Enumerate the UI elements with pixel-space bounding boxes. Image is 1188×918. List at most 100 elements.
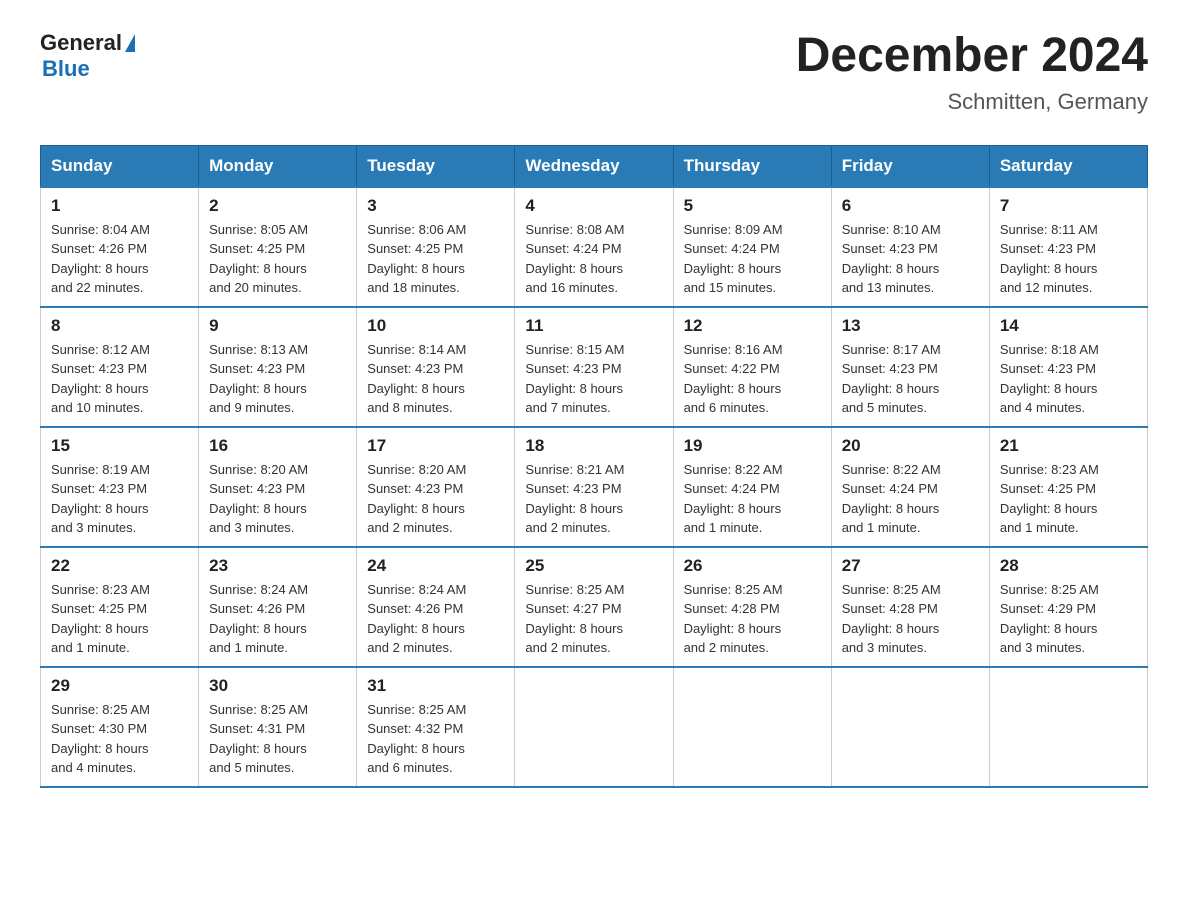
day-info: Sunrise: 8:25 AMSunset: 4:32 PMDaylight:… <box>367 700 504 778</box>
day-info: Sunrise: 8:11 AMSunset: 4:23 PMDaylight:… <box>1000 220 1137 298</box>
calendar-week-row: 8 Sunrise: 8:12 AMSunset: 4:23 PMDaylight… <box>41 307 1148 427</box>
day-number: 4 <box>525 196 662 216</box>
table-row: 6 Sunrise: 8:10 AMSunset: 4:23 PMDaylight… <box>831 187 989 307</box>
day-number: 26 <box>684 556 821 576</box>
day-number: 13 <box>842 316 979 336</box>
day-number: 7 <box>1000 196 1137 216</box>
day-number: 5 <box>684 196 821 216</box>
col-monday: Monday <box>199 145 357 187</box>
table-row: 20Sunrise: 8:22 AMSunset: 4:24 PMDayligh… <box>831 427 989 547</box>
day-number: 27 <box>842 556 979 576</box>
day-number: 29 <box>51 676 188 696</box>
day-info: Sunrise: 8:08 AMSunset: 4:24 PMDaylight:… <box>525 220 662 298</box>
table-row: 25 Sunrise: 8:25 AMSunset: 4:27 PMDayligh… <box>515 547 673 667</box>
logo-blue-text: Blue <box>42 56 90 82</box>
table-row: 17 Sunrise: 8:20 AMSunset: 4:23 PMDayligh… <box>357 427 515 547</box>
day-info: Sunrise: 8:05 AMSunset: 4:25 PMDaylight:… <box>209 220 346 298</box>
day-number: 17 <box>367 436 504 456</box>
day-info: Sunrise: 8:23 AMSunset: 4:25 PMDaylight:… <box>51 580 188 658</box>
day-info: Sunrise: 8:19 AMSunset: 4:23 PMDaylight:… <box>51 460 188 538</box>
day-number: 21 <box>1000 436 1137 456</box>
day-number: 12 <box>684 316 821 336</box>
day-info: Sunrise: 8:24 AMSunset: 4:26 PMDaylight:… <box>209 580 346 658</box>
day-info: Sunrise: 8:20 AMSunset: 4:23 PMDaylight:… <box>367 460 504 538</box>
table-row: 23 Sunrise: 8:24 AMSunset: 4:26 PMDayligh… <box>199 547 357 667</box>
day-info: Sunrise: 8:09 AMSunset: 4:24 PMDaylight:… <box>684 220 821 298</box>
table-row: 26Sunrise: 8:25 AMSunset: 4:28 PMDayligh… <box>673 547 831 667</box>
table-row: 21 Sunrise: 8:23 AMSunset: 4:25 PMDayligh… <box>989 427 1147 547</box>
page-header: General Blue December 2024 Schmitten, Ge… <box>40 30 1148 115</box>
calendar-week-row: 29Sunrise: 8:25 AMSunset: 4:30 PMDayligh… <box>41 667 1148 787</box>
day-number: 16 <box>209 436 346 456</box>
day-info: Sunrise: 8:22 AMSunset: 4:24 PMDaylight:… <box>842 460 979 538</box>
day-info: Sunrise: 8:13 AMSunset: 4:23 PMDaylight:… <box>209 340 346 418</box>
day-number: 25 <box>525 556 662 576</box>
day-number: 18 <box>525 436 662 456</box>
day-info: Sunrise: 8:16 AMSunset: 4:22 PMDaylight:… <box>684 340 821 418</box>
table-row: 22Sunrise: 8:23 AMSunset: 4:25 PMDayligh… <box>41 547 199 667</box>
day-number: 15 <box>51 436 188 456</box>
day-number: 8 <box>51 316 188 336</box>
table-row: 14 Sunrise: 8:18 AMSunset: 4:23 PMDayligh… <box>989 307 1147 427</box>
table-row: 19Sunrise: 8:22 AMSunset: 4:24 PMDayligh… <box>673 427 831 547</box>
day-info: Sunrise: 8:17 AMSunset: 4:23 PMDaylight:… <box>842 340 979 418</box>
table-row <box>673 667 831 787</box>
col-sunday: Sunday <box>41 145 199 187</box>
day-info: Sunrise: 8:14 AMSunset: 4:23 PMDaylight:… <box>367 340 504 418</box>
day-number: 23 <box>209 556 346 576</box>
calendar-week-row: 15 Sunrise: 8:19 AMSunset: 4:23 PMDayligh… <box>41 427 1148 547</box>
col-wednesday: Wednesday <box>515 145 673 187</box>
table-row: 7 Sunrise: 8:11 AMSunset: 4:23 PMDaylight… <box>989 187 1147 307</box>
col-saturday: Saturday <box>989 145 1147 187</box>
day-number: 28 <box>1000 556 1137 576</box>
table-row: 18 Sunrise: 8:21 AMSunset: 4:23 PMDayligh… <box>515 427 673 547</box>
calendar-week-row: 22Sunrise: 8:23 AMSunset: 4:25 PMDayligh… <box>41 547 1148 667</box>
day-number: 10 <box>367 316 504 336</box>
day-number: 9 <box>209 316 346 336</box>
day-info: Sunrise: 8:23 AMSunset: 4:25 PMDaylight:… <box>1000 460 1137 538</box>
col-friday: Friday <box>831 145 989 187</box>
table-row: 11 Sunrise: 8:15 AMSunset: 4:23 PMDayligh… <box>515 307 673 427</box>
day-number: 19 <box>684 436 821 456</box>
day-number: 11 <box>525 316 662 336</box>
day-info: Sunrise: 8:18 AMSunset: 4:23 PMDaylight:… <box>1000 340 1137 418</box>
calendar-header-row: Sunday Monday Tuesday Wednesday Thursday… <box>41 145 1148 187</box>
logo-triangle-icon <box>125 34 135 52</box>
table-row: 4 Sunrise: 8:08 AMSunset: 4:24 PMDaylight… <box>515 187 673 307</box>
day-number: 6 <box>842 196 979 216</box>
col-thursday: Thursday <box>673 145 831 187</box>
month-title: December 2024 <box>796 30 1148 83</box>
title-section: December 2024 Schmitten, Germany <box>796 30 1148 115</box>
calendar-table: Sunday Monday Tuesday Wednesday Thursday… <box>40 145 1148 788</box>
day-info: Sunrise: 8:21 AMSunset: 4:23 PMDaylight:… <box>525 460 662 538</box>
table-row <box>989 667 1147 787</box>
table-row: 31Sunrise: 8:25 AMSunset: 4:32 PMDayligh… <box>357 667 515 787</box>
table-row: 13 Sunrise: 8:17 AMSunset: 4:23 PMDayligh… <box>831 307 989 427</box>
day-info: Sunrise: 8:25 AMSunset: 4:29 PMDaylight:… <box>1000 580 1137 658</box>
day-info: Sunrise: 8:10 AMSunset: 4:23 PMDaylight:… <box>842 220 979 298</box>
table-row: 27Sunrise: 8:25 AMSunset: 4:28 PMDayligh… <box>831 547 989 667</box>
table-row: 29Sunrise: 8:25 AMSunset: 4:30 PMDayligh… <box>41 667 199 787</box>
day-info: Sunrise: 8:04 AMSunset: 4:26 PMDaylight:… <box>51 220 188 298</box>
day-number: 30 <box>209 676 346 696</box>
table-row: 30 Sunrise: 8:25 AMSunset: 4:31 PMDayligh… <box>199 667 357 787</box>
table-row <box>515 667 673 787</box>
day-info: Sunrise: 8:25 AMSunset: 4:31 PMDaylight:… <box>209 700 346 778</box>
day-info: Sunrise: 8:06 AMSunset: 4:25 PMDaylight:… <box>367 220 504 298</box>
table-row: 28 Sunrise: 8:25 AMSunset: 4:29 PMDayligh… <box>989 547 1147 667</box>
day-info: Sunrise: 8:15 AMSunset: 4:23 PMDaylight:… <box>525 340 662 418</box>
day-info: Sunrise: 8:12 AMSunset: 4:23 PMDaylight:… <box>51 340 188 418</box>
col-tuesday: Tuesday <box>357 145 515 187</box>
location-subtitle: Schmitten, Germany <box>796 89 1148 115</box>
table-row: 15 Sunrise: 8:19 AMSunset: 4:23 PMDayligh… <box>41 427 199 547</box>
table-row: 16Sunrise: 8:20 AMSunset: 4:23 PMDayligh… <box>199 427 357 547</box>
day-info: Sunrise: 8:24 AMSunset: 4:26 PMDaylight:… <box>367 580 504 658</box>
day-number: 3 <box>367 196 504 216</box>
day-number: 2 <box>209 196 346 216</box>
table-row <box>831 667 989 787</box>
day-info: Sunrise: 8:25 AMSunset: 4:27 PMDaylight:… <box>525 580 662 658</box>
table-row: 10 Sunrise: 8:14 AMSunset: 4:23 PMDayligh… <box>357 307 515 427</box>
day-number: 14 <box>1000 316 1137 336</box>
table-row: 8 Sunrise: 8:12 AMSunset: 4:23 PMDaylight… <box>41 307 199 427</box>
table-row: 3 Sunrise: 8:06 AMSunset: 4:25 PMDaylight… <box>357 187 515 307</box>
